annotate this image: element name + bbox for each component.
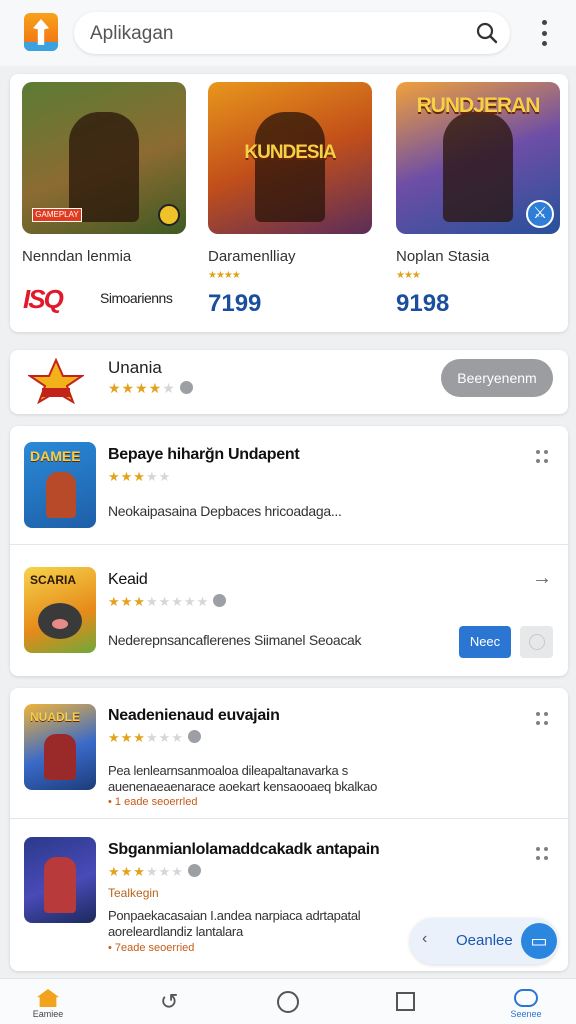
more-vert-icon[interactable] (534, 20, 554, 46)
app-tag: Tealkegin (108, 886, 159, 900)
info-icon (187, 730, 201, 743)
recents-icon[interactable] (396, 992, 415, 1011)
featured-name: Nenndan lenmia (22, 248, 132, 265)
app-title: Neadenienaud euvajain (108, 707, 280, 724)
bottom-navigation: Eamiee ↺ Seenee (0, 978, 576, 1024)
floating-label[interactable]: Oeanlee (456, 932, 513, 949)
featured-thumbnail[interactable]: RUNDJERAN ⚔ (396, 82, 560, 234)
app-description: Pea lenlearnsanmoaloa dileapaltanavarka … (108, 763, 348, 778)
nav-home[interactable]: Eamiee (32, 989, 64, 1024)
app-description: Ponpaekacasaian I.andea narpiaca adrtapa… (108, 908, 361, 923)
brand-label: Simoarienns (100, 290, 173, 306)
featured-thumbnail[interactable]: KUNDESIA (208, 82, 372, 234)
search-input[interactable]: Aplikagan (90, 23, 173, 45)
nav-chat-label: Seenee (510, 1009, 542, 1019)
thumb-title: RUNDJERAN (416, 94, 541, 117)
app-description: auenenaeaenarace aoekart kensaooaeq bkal… (108, 779, 377, 794)
star-rating: ★★★★★★★★ (108, 594, 227, 610)
app-tag: • 1 eade seoerrled (108, 796, 198, 808)
app-list: DAMEE Bepaye hiharğn Undapent ★★★★★ Neok… (10, 426, 568, 676)
home-circle-icon[interactable] (277, 991, 299, 1013)
featured-item[interactable]: GAMEPLAY Nenndan lenmia (22, 82, 188, 265)
app-title: Keaid (108, 571, 148, 588)
featured-price: 9198 (396, 290, 450, 317)
featured-item[interactable]: KUNDESIA Daramenlliay ★★★★ 7199 (208, 82, 374, 317)
developer-action-button[interactable]: Beeryenenm (441, 359, 553, 397)
secondary-action-button[interactable] (520, 626, 553, 658)
top-bar: Aplikagan (0, 0, 576, 66)
list-item[interactable]: NUADLE Neadenienaud euvajain ★★★★★★ Pea … (10, 688, 568, 818)
developer-logo-icon (28, 358, 84, 404)
developer-title: Unania (108, 358, 162, 377)
brand-logo[interactable]: ISQ (23, 286, 75, 312)
back-icon[interactable]: ↺ (160, 989, 178, 1015)
info-icon (187, 864, 201, 877)
floating-action-pill[interactable]: ‹ Oeanlee ▭ (410, 918, 558, 964)
app-icon: DAMEE (24, 442, 96, 528)
search-bar[interactable]: Aplikagan (74, 12, 510, 54)
star-rating: ★★★★★ (108, 380, 193, 397)
arrow-right-icon[interactable]: → (532, 567, 552, 590)
app-icon (24, 837, 96, 923)
drag-handle-icon[interactable] (536, 450, 550, 464)
nav-home-label: Eamiee (32, 1009, 64, 1019)
app-title: Sbganmianlolamaddcakadk antapain (108, 841, 380, 858)
home-icon (37, 989, 59, 1007)
install-button[interactable]: Neec (459, 626, 511, 658)
drag-handle-icon[interactable] (536, 847, 550, 861)
thumb-badge: GAMEPLAY (32, 208, 82, 222)
app-tag: • 7eade seoerried (108, 942, 195, 954)
list-item[interactable]: DAMEE Bepaye hiharğn Undapent ★★★★★ Neok… (10, 426, 568, 544)
featured-carousel: GAMEPLAY Nenndan lenmia KUNDESIA Daramen… (10, 74, 568, 332)
info-icon (213, 594, 227, 607)
sword-icon: ⚔ (526, 200, 554, 228)
search-icon[interactable] (476, 22, 498, 44)
info-icon (179, 381, 193, 394)
featured-price: 7199 (208, 290, 262, 317)
star-rating: ★★★★★★ (108, 864, 201, 880)
star-rating: ★★★★★★ (108, 730, 201, 746)
star-rating: ★★★★★ (108, 469, 172, 484)
featured-thumbnail[interactable]: GAMEPLAY (22, 82, 186, 234)
app-description: Nederepnsancaflerenes Siimanel Seoacak (108, 632, 362, 648)
app-icon: SCARIA (24, 567, 96, 653)
app-title: Bepaye hiharğn Undapent (108, 446, 300, 463)
app-icon: NUADLE (24, 704, 96, 790)
chevron-left-icon[interactable]: ‹ (422, 930, 427, 948)
app-description: Neokaipasaina Depbaces hricoadaga... (108, 503, 342, 519)
app-logo-icon[interactable] (24, 13, 58, 51)
star-rating: ★★★ (396, 270, 421, 281)
nav-chat[interactable]: Seenee (504, 989, 548, 1024)
star-rating: ★★★★ (208, 270, 241, 281)
open-icon[interactable]: ▭ (521, 923, 557, 959)
drag-handle-icon[interactable] (536, 712, 550, 726)
developer-card[interactable]: Unania ★★★★★ Beeryenenm (10, 350, 568, 414)
featured-name: Daramenlliay (208, 248, 296, 265)
featured-name: Noplan Stasia (396, 248, 490, 265)
emblem-icon (158, 204, 180, 226)
featured-item[interactable]: RUNDJERAN ⚔ Noplan Stasia ★★★ 9198 (396, 82, 562, 317)
app-description: aoreleardlandiz lantalara (108, 924, 243, 939)
chat-icon (514, 989, 538, 1007)
thumb-title: KUNDESIA (244, 142, 336, 163)
